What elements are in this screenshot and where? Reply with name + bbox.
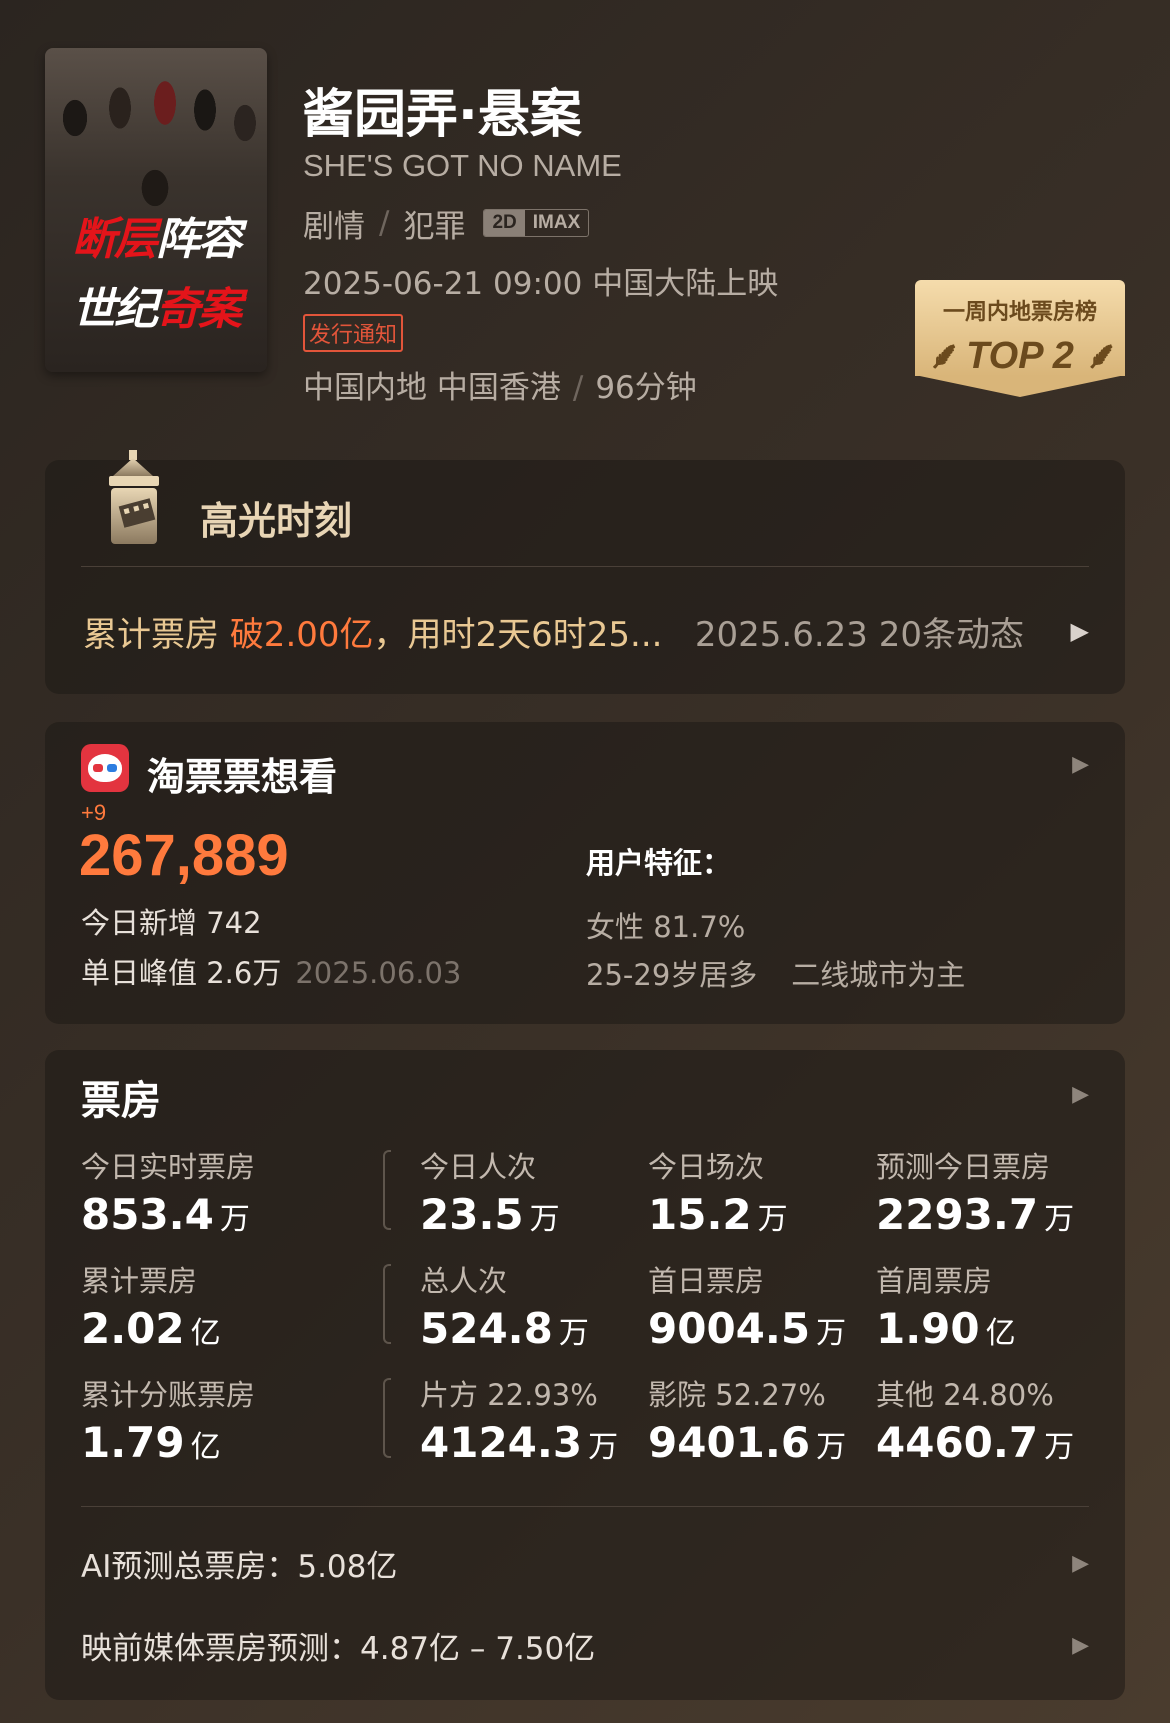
genre-row: 剧情 / 犯罪 2D IMAX xyxy=(303,203,590,245)
stat-split-cumulative: 累计分账票房 1.79 亿 xyxy=(81,1378,256,1467)
laurel-right-icon: ⸙ xyxy=(1084,335,1113,377)
today-new: 今日新增 742 xyxy=(81,906,262,940)
box-office-divider xyxy=(81,1506,1089,1507)
trophy-film-icon xyxy=(109,450,159,544)
poster-slogan-1: 断层阵容 xyxy=(72,214,242,265)
stat-today-admissions: 今日人次 23.5 万 xyxy=(420,1150,560,1239)
ai-forecast-arrow-icon: ▶ xyxy=(1072,1550,1089,1576)
release-info: 2025-06-21 09:00 中国大陆上映 xyxy=(303,266,779,302)
regions: 中国内地 中国香港 xyxy=(303,370,561,406)
poster-figures xyxy=(45,48,267,218)
ai-forecast-text: AI预测总票房：5.08亿 xyxy=(81,1548,398,1585)
stat-bracket xyxy=(383,1264,391,1344)
stat-bracket xyxy=(383,1378,391,1458)
region-duration: 中国内地 中国香港 / 96分钟 xyxy=(303,362,697,407)
region-separator: / xyxy=(572,370,584,406)
stat-today-showings: 今日场次 15.2 万 xyxy=(648,1150,788,1239)
want-to-see-title: 淘票票想看 xyxy=(147,755,338,799)
release-notice-tag[interactable]: 发行通知 xyxy=(303,314,404,352)
media-forecast-row[interactable]: 映前媒体票房预测：4.87亿 – 7.50亿 ▶ xyxy=(81,1620,1089,1670)
highlight-divider xyxy=(81,566,1089,567)
format-badge: 2D IMAX xyxy=(483,209,590,237)
stat-bracket xyxy=(383,1150,391,1230)
stat-today-realtime: 今日实时票房 853.4 万 xyxy=(81,1150,256,1239)
movie-detail-page: 断层阵容 世纪奇案 酱园弄·悬案 SHE'S GOT NO NAME 剧情 / … xyxy=(0,0,1170,1723)
user-feature-title: 用户特征： xyxy=(586,846,732,880)
format-imax: IMAX xyxy=(532,212,581,233)
stat-producer-share: 片方 22.93% 4124.3 万 xyxy=(420,1378,619,1467)
stat-first-day: 首日票房 9004.5 万 xyxy=(648,1264,847,1353)
movie-title: 酱园弄·悬案 xyxy=(302,85,582,145)
format-2d: 2D xyxy=(484,210,525,236)
movie-poster[interactable]: 断层阵容 世纪奇案 xyxy=(45,48,267,372)
highlight-date-count: 2025.6.23 20条动态 xyxy=(694,614,1024,655)
feature-gender: 女性 81.7% xyxy=(586,910,746,944)
laurel-left-icon: ⸙ xyxy=(927,335,956,377)
duration: 96分钟 xyxy=(595,370,697,406)
feature-age-city: 25-29岁居多 二线城市为主 xyxy=(586,958,966,992)
stat-cumulative: 累计票房 2.02 亿 xyxy=(81,1264,221,1353)
genre-drama: 剧情 xyxy=(303,208,365,245)
stat-other-share: 其他 24.80% 4460.7 万 xyxy=(876,1378,1075,1467)
stat-total-admissions: 总人次 524.8 万 xyxy=(420,1264,589,1353)
box-office-title: 票房 xyxy=(81,1078,161,1124)
want-to-see-arrow-icon[interactable]: ▶ xyxy=(1072,752,1089,777)
media-forecast-text: 映前媒体票房预测：4.87亿 – 7.50亿 xyxy=(81,1630,596,1667)
ai-forecast-row[interactable]: AI预测总票房：5.08亿 ▶ xyxy=(81,1538,1089,1588)
rank-badge-label: 一周内地票房榜 xyxy=(942,300,1097,325)
daily-peak: 单日峰值 2.6万 2025.06.03 xyxy=(81,956,462,990)
box-office-card: 票房 ▶ 今日实时票房 853.4 万 今日人次 23.5 万 今日场次 15.2 万… xyxy=(45,1050,1125,1700)
weekly-rank-badge[interactable]: 一周内地票房榜 ⸙ TOP 2 ⸙ xyxy=(915,280,1125,398)
box-office-arrow-icon[interactable]: ▶ xyxy=(1072,1082,1089,1107)
stat-today-forecast: 预测今日票房 2293.7 万 xyxy=(876,1150,1075,1239)
highlight-card: 高光时刻 累计票房 破2.00亿，用时2天6时25... 2025.6.23 2… xyxy=(45,450,1125,694)
genre-separator: / xyxy=(379,205,390,241)
genre-crime: 犯罪 xyxy=(403,208,466,245)
taopiao-logo-icon xyxy=(81,744,129,792)
want-to-see-count: 267,889 xyxy=(79,823,289,888)
peak-date: 2025.06.03 xyxy=(295,956,462,990)
play-arrow-icon[interactable]: ▶ xyxy=(1071,617,1089,645)
media-forecast-arrow-icon: ▶ xyxy=(1072,1632,1089,1658)
rank-badge-value: ⸙ TOP 2 ⸙ xyxy=(927,335,1113,377)
poster-slogan-2: 世纪奇案 xyxy=(72,284,242,335)
highlight-row[interactable]: 累计票房 破2.00亿，用时2天6时25... 2025.6.23 20条动态 … xyxy=(83,610,1089,655)
want-to-see-card: 淘票票想看 ▶ +9 267,889 今日新增 742 单日峰值 2.6万 202… xyxy=(45,722,1125,1024)
highlight-title: 高光时刻 xyxy=(200,499,353,543)
highlight-text: 累计票房 破2.00亿，用时2天6时25... xyxy=(83,614,663,655)
stat-cinema-share: 影院 52.27% 9401.6 万 xyxy=(648,1378,847,1467)
movie-english-title: SHE'S GOT NO NAME xyxy=(303,148,622,183)
stat-first-week: 首周票房 1.90 亿 xyxy=(876,1264,1016,1353)
